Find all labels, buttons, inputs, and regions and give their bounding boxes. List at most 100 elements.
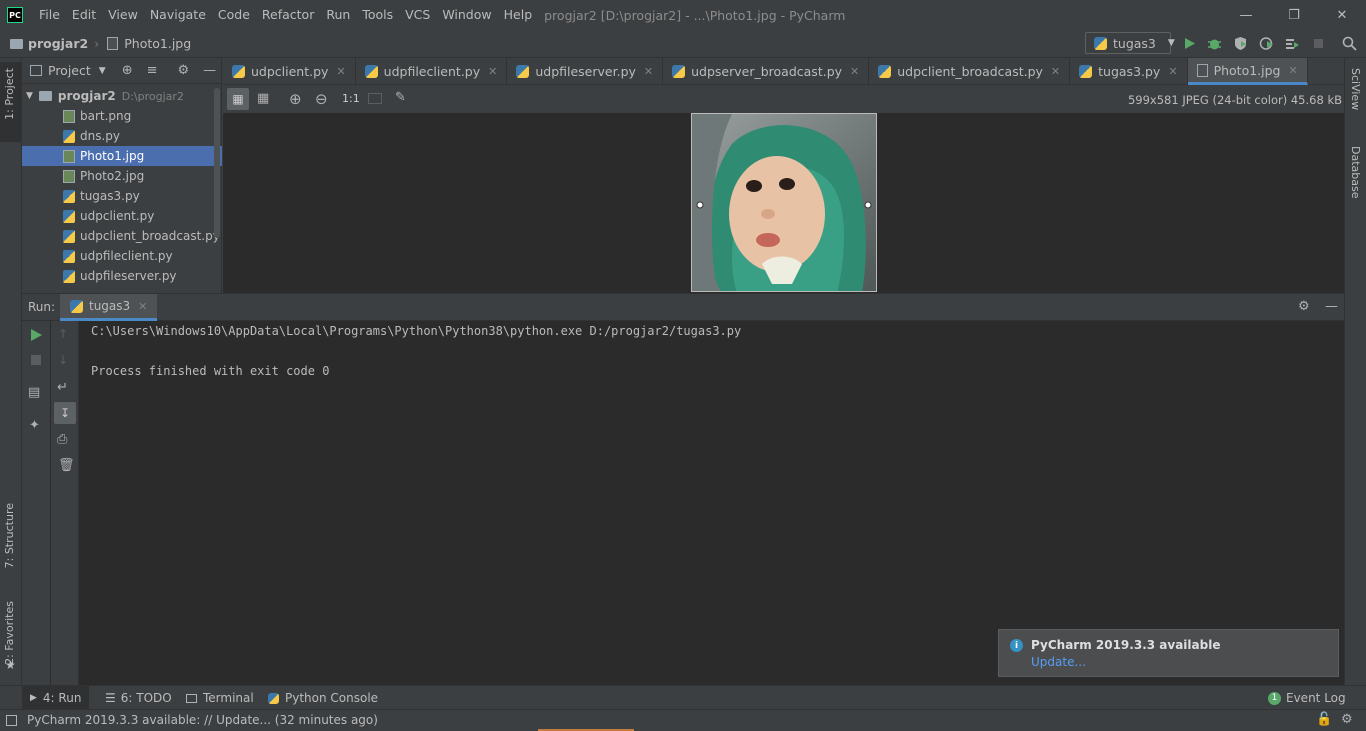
tree-root[interactable]: ▼ progjar2 D:\progjar2 [22,86,222,106]
status-message[interactable]: PyCharm 2019.3.3 available: // Update...… [27,713,378,727]
tree-file-item[interactable]: Photo1.jpg [22,146,222,166]
editor-tab[interactable]: udpclient_broadcast.py ✕ [869,58,1071,85]
python-file-icon [878,65,892,78]
minimize-button[interactable]: — [1222,0,1270,30]
window-title: progjar2 [D:\progjar2] - ...\Photo1.jpg … [544,7,846,23]
close-tab-icon[interactable]: ✕ [1168,65,1177,78]
arrow-down-icon[interactable]: ↓ [58,353,68,367]
coverage-icon[interactable] [1233,36,1248,51]
tree-file-item[interactable]: udpfileclient.py [22,246,222,266]
gear-icon[interactable]: ⚙ [178,63,190,78]
color-picker-icon[interactable]: ✎ [395,90,406,105]
bottom-tool-tabs: ▶ 4: Run ☰ 6: TODO Terminal Python Conso… [0,685,1366,710]
editor-tab[interactable]: udpserver_broadcast.py ✕ [663,58,870,85]
tree-file-item[interactable]: udpclient_broadcast.py [22,226,222,246]
close-tab-icon[interactable]: ✕ [1289,64,1298,77]
favorites-tool-tab[interactable]: 2: Favorites [3,601,16,665]
menu-tools[interactable]: Tools [356,0,399,30]
editor-tab[interactable]: udpclient.py ✕ [223,58,356,85]
breadcrumb: progjar2 › Photo1.jpg [0,36,191,51]
menu-vcs[interactable]: VCS [399,0,436,30]
python-file-icon [232,65,245,78]
menu-refactor[interactable]: Refactor [256,0,320,30]
close-tab-icon[interactable]: ✕ [1051,65,1060,78]
stop-icon[interactable] [1311,36,1326,51]
close-button[interactable]: ✕ [1318,0,1366,30]
update-link[interactable]: Update... [1031,655,1086,669]
editor-tab[interactable]: tugas3.py ✕ [1070,58,1188,85]
soft-wrap-icon[interactable]: ↵ [57,380,68,395]
database-tool-tab[interactable]: Database [1349,146,1362,199]
close-tab-icon[interactable]: ✕ [644,65,653,78]
close-tab-icon[interactable]: ✕ [138,300,147,313]
breadcrumb-file[interactable]: Photo1.jpg [124,36,191,51]
run-tool-tab[interactable]: ▶ 4: Run [22,686,90,710]
rerun-icon[interactable] [29,328,43,342]
concurrency-icon[interactable] [1285,36,1300,51]
editor-tab[interactable]: udpfileserver.py ✕ [507,58,664,85]
debug-icon[interactable] [1207,36,1222,51]
menu-file[interactable]: File [33,0,66,30]
breadcrumb-project[interactable]: progjar2 [28,36,88,51]
python-file-icon [63,249,75,263]
project-view-selector[interactable]: Project [48,63,91,78]
tree-file-item[interactable]: tugas3.py [22,186,222,206]
fit-zoom-icon[interactable] [368,93,382,104]
profile-icon[interactable] [1259,36,1274,51]
scrollbar[interactable] [214,88,220,238]
python-console-tool-tab[interactable]: Python Console [260,686,386,710]
hide-panel-icon[interactable]: — [203,63,216,78]
menu-code[interactable]: Code [212,0,256,30]
scroll-to-end-icon[interactable]: ↧ [54,402,76,424]
grid-icon[interactable]: ▦ [257,91,269,106]
close-tab-icon[interactable]: ✕ [488,65,497,78]
sciview-tool-tab[interactable]: SciView [1349,68,1362,110]
run-tab-tugas3[interactable]: tugas3 ✕ [60,294,158,321]
run-config-selector[interactable]: tugas3 ▼ [1085,32,1175,54]
menu-edit[interactable]: Edit [66,0,102,30]
lock-icon[interactable]: 🔓 [1316,712,1332,727]
tree-file-item[interactable]: dns.py [22,126,222,146]
editor-tab[interactable]: Photo1.jpg ✕ [1187,58,1308,85]
stop-icon[interactable] [31,355,41,365]
search-icon[interactable] [1342,36,1357,51]
close-tab-icon[interactable]: ✕ [850,65,859,78]
editor-tab[interactable]: udpfileclient.py ✕ [356,58,508,85]
gear-icon[interactable]: ⚙ [1298,299,1310,314]
chevron-down-icon[interactable]: ▼ [99,66,106,76]
run-tool-label: 4: Run [42,691,82,705]
event-settings-icon[interactable]: ⚙ [1341,712,1353,727]
locate-file-icon[interactable]: ⊕ [122,63,133,78]
print-icon[interactable]: ⎙ [57,432,67,447]
event-log-tool-tab[interactable]: 1 Event Log [1260,686,1354,710]
toggle-tool-windows-icon[interactable] [6,715,17,726]
tree-file-item[interactable]: Photo2.jpg [22,166,222,186]
pin-icon[interactable]: ✦ [29,418,40,433]
image-file-icon [63,169,75,183]
collapse-all-icon[interactable]: ≡ [147,63,158,78]
restore-button[interactable]: ❐ [1270,0,1318,30]
hide-panel-icon[interactable]: — [1325,299,1338,314]
menu-run[interactable]: Run [320,0,356,30]
menu-navigate[interactable]: Navigate [144,0,212,30]
terminal-tool-tab[interactable]: Terminal [178,686,262,710]
arrow-up-icon[interactable]: ↑ [58,327,68,341]
todo-tool-tab[interactable]: ☰ 6: TODO [97,686,180,710]
zoom-in-icon[interactable]: ⊕ [289,90,302,108]
menu-window[interactable]: Window [436,0,497,30]
close-tab-icon[interactable]: ✕ [336,65,345,78]
menu-help[interactable]: Help [498,0,539,30]
layout-icon[interactable]: ▤ [28,385,40,400]
project-tool-tab[interactable]: 1: Project [3,68,16,120]
chessboard-icon[interactable]: ▦ [227,88,249,110]
structure-tool-tab[interactable]: 7: Structure [3,503,16,568]
tree-file-item[interactable]: bart.png [22,106,222,126]
zoom-out-icon[interactable]: ⊖ [315,90,328,108]
tree-file-item[interactable]: udpfileserver.py [22,266,222,286]
actual-size-button[interactable]: 1:1 [342,92,360,105]
expand-arrow-icon[interactable]: ▼ [26,91,33,101]
run-icon[interactable] [1182,36,1197,51]
trash-icon[interactable]: 🗑 [58,458,75,473]
tree-file-item[interactable]: udpclient.py [22,206,222,226]
menu-view[interactable]: View [102,0,144,30]
